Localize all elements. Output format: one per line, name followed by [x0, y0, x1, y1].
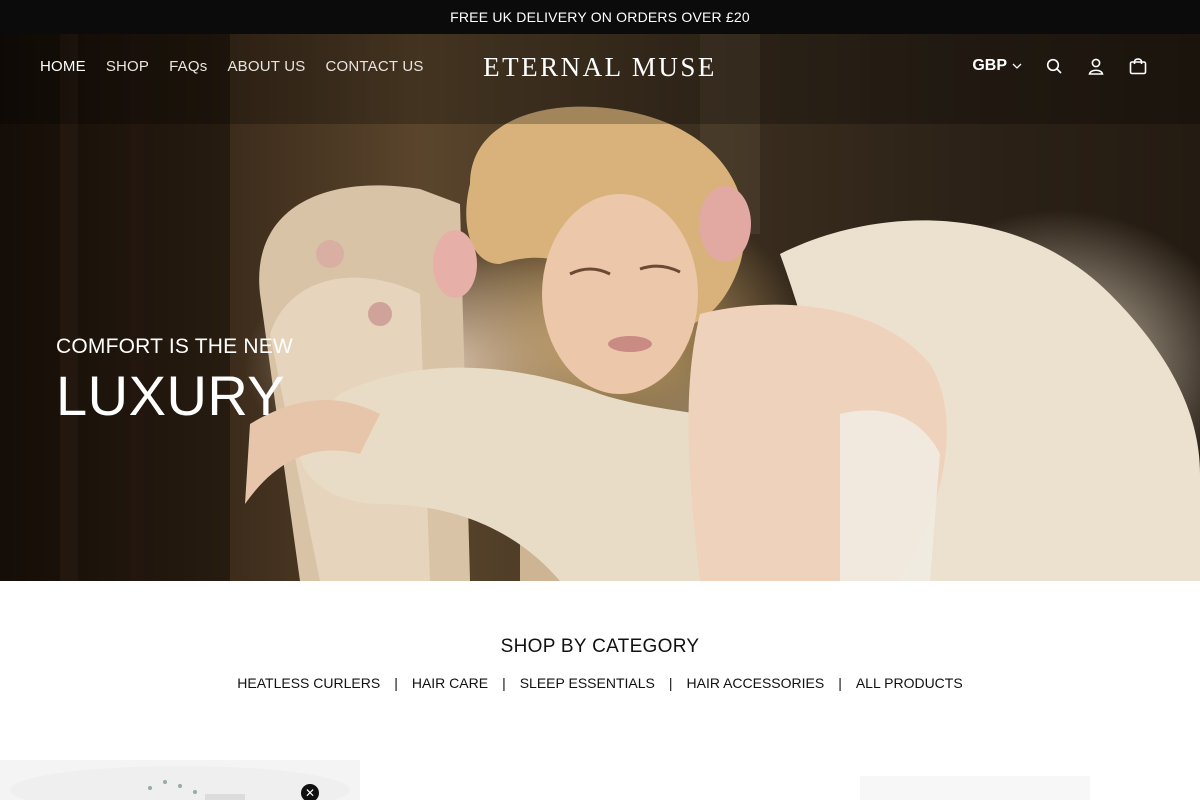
close-icon[interactable]: ✕ [301, 784, 319, 800]
category-hair-accessories[interactable]: HAIR ACCESSORIES [687, 675, 825, 691]
category-separator: | [838, 675, 842, 691]
announcement-text: FREE UK DELIVERY ON ORDERS OVER £20 [450, 9, 750, 25]
hero-image [0, 34, 1200, 581]
account-icon[interactable] [1086, 56, 1106, 76]
category-sleep-essentials[interactable]: SLEEP ESSENTIALS [520, 675, 655, 691]
search-icon[interactable] [1044, 56, 1064, 76]
header-tools: GBP [972, 56, 1148, 76]
product-grid-peek [0, 760, 1090, 800]
category-all-products[interactable]: ALL PRODUCTS [856, 675, 963, 691]
hero-tagline: COMFORT IS THE NEW LUXURY [56, 335, 293, 428]
category-separator: | [668, 675, 673, 691]
category-links: HEATLESS CURLERS | HAIR CARE | SLEEP ESS… [0, 675, 1200, 691]
chevron-down-icon [1012, 61, 1022, 71]
category-separator: | [502, 675, 506, 691]
category-separator: | [394, 675, 398, 691]
announcement-bar: FREE UK DELIVERY ON ORDERS OVER £20 [0, 0, 1200, 34]
category-hair-care[interactable]: HAIR CARE [412, 675, 488, 691]
tagline-big: LUXURY [56, 364, 286, 427]
hero-banner[interactable]: HOME SHOP FAQs ABOUT US CONTACT US ETERN… [0, 34, 1200, 581]
tagline-small: COMFORT IS THE NEW [56, 335, 293, 358]
currency-selector[interactable]: GBP [972, 57, 1022, 75]
cart-icon[interactable] [1128, 56, 1148, 76]
shop-by-category: SHOP BY CATEGORY HEATLESS CURLERS | HAIR… [0, 636, 1200, 691]
category-heatless-curlers[interactable]: HEATLESS CURLERS [237, 675, 380, 691]
currency-label: GBP [972, 57, 1007, 74]
category-title: SHOP BY CATEGORY [500, 636, 700, 657]
